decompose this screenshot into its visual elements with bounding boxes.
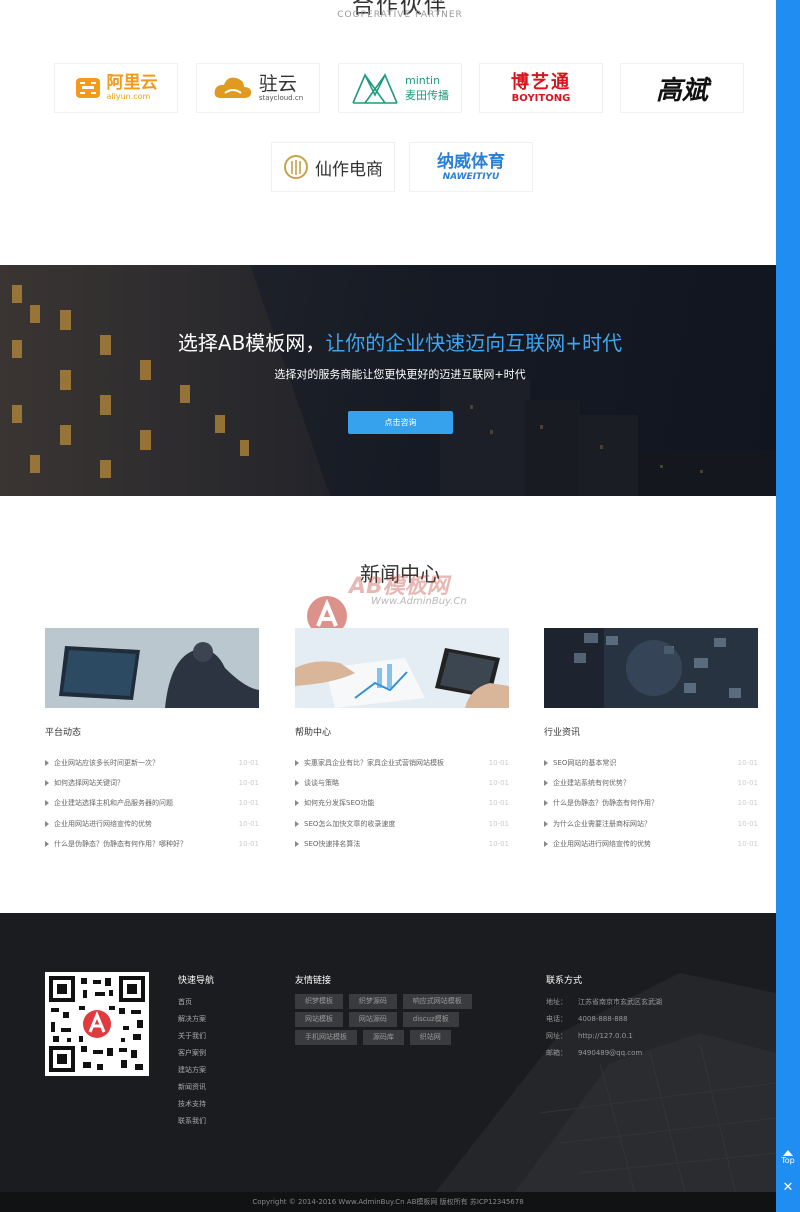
news-column-title: 行业资讯 xyxy=(544,728,581,738)
news-item[interactable]: 什么是伪静态？伪静态有何作用？哪种好？ 10-01 xyxy=(45,834,259,854)
top-label: Top xyxy=(781,1156,795,1165)
banner-headline: 选择AB模板网，让你的企业快速迈向互联网+时代 xyxy=(0,327,776,356)
banner-headline-accent: 让你的企业快速迈向互联网+时代 xyxy=(325,331,623,355)
partner-logo-aliyun[interactable]: 阿里云 aliyun.com xyxy=(54,63,178,113)
footer-nav-link[interactable]: 联系我们 xyxy=(178,1113,214,1130)
tablet-image xyxy=(295,628,509,708)
gaobin-name: 高斌 xyxy=(655,75,708,106)
banner-subtitle: 选择对的服务商能让您更快更好的迈进互联网+时代 xyxy=(274,368,526,381)
boyitong-sub: BOYITONG xyxy=(511,92,571,104)
partner-logo-boyitong[interactable]: 博艺通 BOYITONG xyxy=(479,63,603,113)
aliyun-logo-icon xyxy=(75,78,100,98)
news-list: 实惠家具企业有比？家具企业式营销网站模板 10-01 谈谈与策略 10-01 如何充… xyxy=(295,753,509,854)
partner-section: 合作伙伴 COOPERATIVE PARTNER 阿里云 aliyun.com … xyxy=(0,0,776,265)
naweitiyu-name: 纳威体育 xyxy=(437,152,505,172)
back-to-top-button[interactable]: Top xyxy=(776,1150,800,1174)
news-item[interactable]: 如何选择网站关键词？ 10-01 xyxy=(45,773,259,793)
news-item[interactable]: SEO网站的基本常识 10-01 xyxy=(544,753,758,773)
mintin-name: mintin xyxy=(405,73,441,87)
friend-link[interactable]: 网站源码 xyxy=(348,1012,397,1027)
xianzuo-mark-icon xyxy=(284,155,308,179)
friend-link[interactable]: 织梦源码 xyxy=(348,994,397,1009)
staycloud-name: 驻云 xyxy=(258,73,297,95)
footer-quick-nav: 快速导航 首页 解决方案 关于我们 客户案例 建站方案 新闻资讯 技术支持 联系… xyxy=(178,973,214,1130)
partner-logo-staycloud[interactable]: 驻云 staycloud.cn xyxy=(196,63,320,113)
copyright-bar: Copyright © 2014-2016 Www.AdminBuy.Cn AB… xyxy=(0,1192,776,1212)
news-column-title: 平台动态 xyxy=(45,728,82,738)
right-float-bar xyxy=(776,0,800,1212)
partner-logo-mintin[interactable]: mintin 麦田传播 xyxy=(338,63,462,113)
news-item[interactable]: 什么是伪静态？伪静态有何作用？ 10-01 xyxy=(544,793,758,813)
contact-website[interactable]: 网址： http://127.0.0.1 xyxy=(546,1028,662,1045)
news-item[interactable]: SEO怎么加快文章的收录速度 10-01 xyxy=(295,814,509,834)
watermark-domain: Www.AdminBuy.Cn xyxy=(371,596,467,607)
laptop-image xyxy=(45,628,259,708)
contact-email[interactable]: 邮箱： 9490489@qq.com xyxy=(546,1045,662,1062)
partner-subtitle: COOPERATIVE PARTNER xyxy=(337,10,463,20)
footer-contact: 联系方式 地址： 江苏省南京市玄武区玄武湖 电话： 4008-888-888 网址：… xyxy=(546,973,662,1062)
footer-contact-title: 联系方式 xyxy=(546,976,583,986)
naweitiyu-sub: NAWEITIYU xyxy=(442,172,500,182)
friend-link[interactable]: 织梦模板 xyxy=(295,994,343,1009)
boyitong-name: 博艺通 xyxy=(511,71,571,93)
news-item[interactable]: 谈谈与策略 10-01 xyxy=(295,773,509,793)
news-column-platform: 平台动态 企业网站应该多长时间更新一次？ 10-01 如何选择网站关键词？ 10-0… xyxy=(45,628,259,854)
xianzuo-name: 仙作电商 xyxy=(315,159,383,180)
news-item[interactable]: 企业网站应该多长时间更新一次？ 10-01 xyxy=(45,753,259,773)
banner-headline-main: 选择AB模板网， xyxy=(177,331,326,355)
cloud-icon xyxy=(214,77,251,98)
partner-logo-naweitiyu[interactable]: 纳威体育 NAWEITIYU xyxy=(409,142,533,192)
footer-nav-link[interactable]: 技术支持 xyxy=(178,1096,214,1113)
news-image-tablet[interactable] xyxy=(295,628,509,708)
aliyun-domain: aliyun.com xyxy=(106,92,151,101)
news-list: SEO网站的基本常识 10-01 企业建站系统有何优势？ 10-01 什么是伪静态？… xyxy=(544,753,758,854)
contact-address: 地址： 江苏省南京市玄武区玄武湖 xyxy=(546,998,662,1006)
friend-link[interactable]: 手机网站模板 xyxy=(295,1030,357,1045)
news-item[interactable]: SEO快速排名算法 10-01 xyxy=(295,834,509,854)
news-column-help: 帮助中心 实惠家具企业有比？家具企业式营销网站模板 10-01 谈谈与策略 10-0… xyxy=(295,628,509,854)
news-image-network[interactable] xyxy=(544,628,758,708)
footer-nav-link[interactable]: 新闻资讯 xyxy=(178,1079,214,1096)
site-footer: 快速导航 首页 解决方案 关于我们 客户案例 建站方案 新闻资讯 技术支持 联系… xyxy=(0,913,776,1212)
news-item[interactable]: 企业用网站进行网络宣传的优势 10-01 xyxy=(45,814,259,834)
qr-code xyxy=(45,972,149,1076)
qr-code-icon xyxy=(49,976,145,1072)
footer-nav-link[interactable]: 客户案例 xyxy=(178,1045,214,1062)
staycloud-domain: staycloud.cn xyxy=(258,94,304,102)
news-item[interactable]: 企业建站选择主机和产品服务器的问题 10-01 xyxy=(45,793,259,813)
news-item[interactable]: 实惠家具企业有比？家具企业式营销网站模板 10-01 xyxy=(295,753,509,773)
news-image-laptop[interactable] xyxy=(45,628,259,708)
cta-banner: 选择AB模板网，让你的企业快速迈向互联网+时代 选择对的服务商能让您更快更好的迈… xyxy=(0,265,776,496)
footer-nav-link[interactable]: 首页 xyxy=(178,994,214,1011)
partner-logo-gaobin[interactable]: 高斌 xyxy=(620,63,744,113)
close-icon[interactable]: ✕ xyxy=(776,1180,800,1200)
friend-link[interactable]: 源码库 xyxy=(362,1030,404,1045)
aliyun-name: 阿里云 xyxy=(106,73,158,93)
footer-nav-title: 快速导航 xyxy=(178,976,215,986)
news-list: 企业网站应该多长时间更新一次？ 10-01 如何选择网站关键词？ 10-01 企业建… xyxy=(45,753,259,854)
network-image xyxy=(544,628,758,708)
friend-link[interactable]: 网站模板 xyxy=(295,1012,343,1027)
footer-nav-link[interactable]: 关于我们 xyxy=(178,1028,214,1045)
news-item[interactable]: 如何充分发挥SEO功能 10-01 xyxy=(295,793,509,813)
friend-link-tags: 织梦模板 织梦源码 响应式网站模板 网站模板 网站源码 discuz模板 手机网… xyxy=(295,994,485,1048)
partner-logo-xianzuo[interactable]: 仙作电商 xyxy=(271,142,395,192)
consult-button[interactable]: 点击咨询 xyxy=(348,411,453,434)
news-item[interactable]: 企业建站系统有何优势？ 10-01 xyxy=(544,773,758,793)
friend-link[interactable]: discuz模板 xyxy=(402,1012,459,1027)
news-item[interactable]: 为什么企业需要注册商标网站？ 10-01 xyxy=(544,814,758,834)
mintin-mark-icon xyxy=(352,73,398,104)
friend-link[interactable]: 响应式网站模板 xyxy=(402,994,472,1009)
contact-phone: 电话： 4008-888-888 xyxy=(546,1015,628,1023)
friend-link[interactable]: 织站网 xyxy=(409,1030,451,1045)
footer-friend-links: 友情链接 织梦模板 织梦源码 响应式网站模板 网站模板 网站源码 discuz模… xyxy=(295,973,485,1048)
news-item[interactable]: 企业用网站进行网络宣传的优势 10-01 xyxy=(544,834,758,854)
news-column-title: 帮助中心 xyxy=(295,728,332,738)
footer-nav-link[interactable]: 解决方案 xyxy=(178,1011,214,1028)
news-column-industry: 行业资讯 SEO网站的基本常识 10-01 企业建站系统有何优势？ 10-01 什么… xyxy=(544,628,758,854)
footer-links-title: 友情链接 xyxy=(295,976,332,986)
mintin-sub: 麦田传播 xyxy=(405,88,449,102)
footer-nav-link[interactable]: 建站方案 xyxy=(178,1062,214,1079)
